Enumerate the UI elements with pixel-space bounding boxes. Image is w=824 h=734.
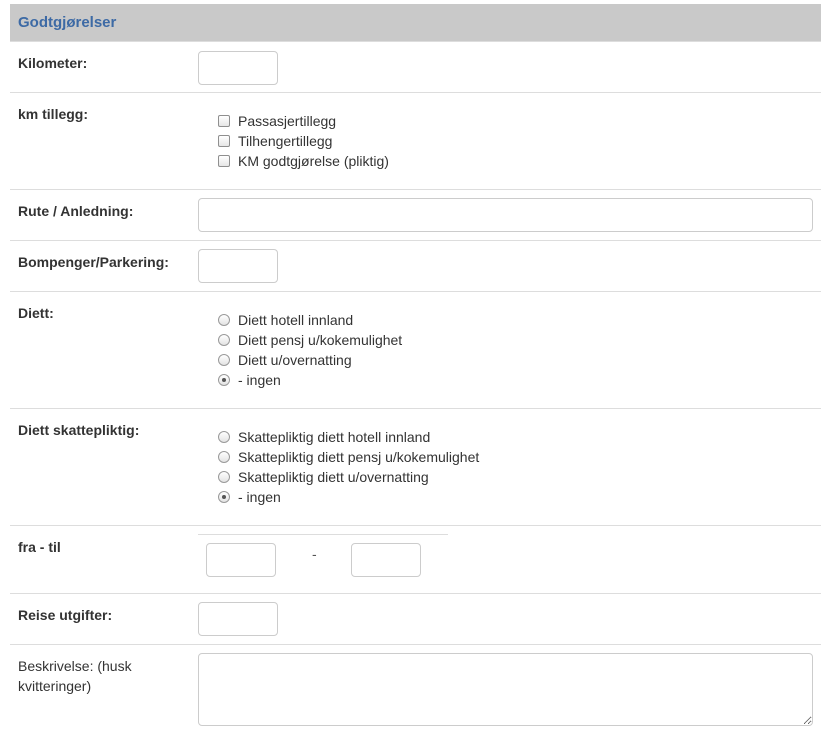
- radio-icon[interactable]: [218, 374, 230, 386]
- checkbox-icon[interactable]: [218, 155, 230, 167]
- radio-label: - ingen: [238, 489, 281, 505]
- radio-skatt-pensj[interactable]: Skattepliktig diett pensj u/kokemulighet: [218, 447, 479, 467]
- row-rute: Rute / Anledning:: [10, 189, 821, 240]
- radio-diett-u-overnatting[interactable]: Diett u/overnatting: [218, 350, 402, 370]
- checkbox-tilhengertillegg[interactable]: Tilhengertillegg: [218, 131, 389, 151]
- radio-diett-hotell[interactable]: Diett hotell innland: [218, 310, 402, 330]
- row-bompenger: Bompenger/Parkering:: [10, 240, 821, 291]
- radio-label: Skattepliktig diett hotell innland: [238, 429, 431, 445]
- row-beskrivelse: Beskrivelse: (husk kvitteringer): [10, 644, 821, 734]
- radio-icon[interactable]: [218, 471, 230, 483]
- radio-icon[interactable]: [218, 491, 230, 503]
- reise-utgifter-label: Reise utgifter:: [18, 607, 113, 623]
- radio-skatt-u-overnatting[interactable]: Skattepliktig diett u/overnatting: [218, 467, 479, 487]
- rute-label: Rute / Anledning:: [18, 203, 134, 219]
- row-km-tillegg: km tillegg: Passasjertillegg Tilhengerti…: [10, 92, 821, 189]
- radio-icon[interactable]: [218, 431, 230, 443]
- km-tillegg-label: km tillegg:: [18, 106, 89, 122]
- row-fra-til: fra - til -: [10, 525, 821, 593]
- fra-til-label: fra - til: [18, 539, 61, 555]
- radio-icon[interactable]: [218, 451, 230, 463]
- radio-label: Diett pensj u/kokemulighet: [238, 332, 403, 348]
- row-kilometer: Kilometer:: [10, 41, 821, 92]
- checkbox-km-godtgjorelse[interactable]: KM godtgjørelse (pliktig): [218, 151, 389, 171]
- checkbox-icon[interactable]: [218, 135, 230, 147]
- radio-icon[interactable]: [218, 314, 230, 326]
- til-input[interactable]: [351, 543, 421, 577]
- checkbox-label: Passasjertillegg: [238, 113, 337, 129]
- reise-utgifter-input[interactable]: [198, 602, 278, 636]
- checkbox-label: Tilhengertillegg: [238, 133, 333, 149]
- diett-skattepliktig-label: Diett skattepliktig:: [18, 422, 140, 438]
- radio-label: Skattepliktig diett u/overnatting: [238, 469, 429, 485]
- radio-label: Skattepliktig diett pensj u/kokemulighet: [238, 449, 480, 465]
- row-diett: Diett: Diett hotell innland Diett pensj …: [10, 291, 821, 408]
- radio-icon[interactable]: [218, 354, 230, 366]
- radio-skatt-ingen[interactable]: - ingen: [218, 487, 479, 507]
- fra-til-separator: -: [312, 546, 317, 562]
- row-diett-skattepliktig: Diett skattepliktig: Skattepliktig diett…: [10, 408, 821, 525]
- radio-diett-ingen[interactable]: - ingen: [218, 370, 402, 390]
- beskrivelse-label: Beskrivelse: (husk kvitteringer): [18, 658, 132, 694]
- radio-skatt-hotell[interactable]: Skattepliktig diett hotell innland: [218, 427, 479, 447]
- row-reise-utgifter: Reise utgifter:: [10, 593, 821, 644]
- godtgjorelser-panel: Godtgjørelser Kilometer: km tillegg: Pas…: [10, 4, 821, 734]
- diett-label: Diett:: [18, 305, 54, 321]
- panel-title: Godtgjørelser: [10, 4, 821, 41]
- diett-options: Diett hotell innland Diett pensj u/kokem…: [218, 310, 402, 390]
- kilometer-input[interactable]: [198, 51, 278, 85]
- km-tillegg-options: Passasjertillegg Tilhengertillegg KM god…: [218, 111, 389, 171]
- diett-skattepliktig-options: Skattepliktig diett hotell innland Skatt…: [218, 427, 479, 507]
- rute-input[interactable]: [198, 198, 813, 232]
- radio-label: - ingen: [238, 372, 281, 388]
- radio-label: Diett u/overnatting: [238, 352, 352, 368]
- checkbox-icon[interactable]: [218, 115, 230, 127]
- radio-icon[interactable]: [218, 334, 230, 346]
- radio-label: Diett hotell innland: [238, 312, 354, 328]
- radio-diett-pensj[interactable]: Diett pensj u/kokemulighet: [218, 330, 402, 350]
- bompenger-input[interactable]: [198, 249, 278, 283]
- checkbox-label: KM godtgjørelse (pliktig): [238, 153, 389, 169]
- bompenger-label: Bompenger/Parkering:: [18, 254, 169, 270]
- checkbox-passasjertillegg[interactable]: Passasjertillegg: [218, 111, 389, 131]
- fra-input[interactable]: [206, 543, 276, 577]
- fra-til-divider: [198, 534, 448, 535]
- beskrivelse-textarea[interactable]: [198, 653, 813, 726]
- kilometer-label: Kilometer:: [18, 55, 88, 71]
